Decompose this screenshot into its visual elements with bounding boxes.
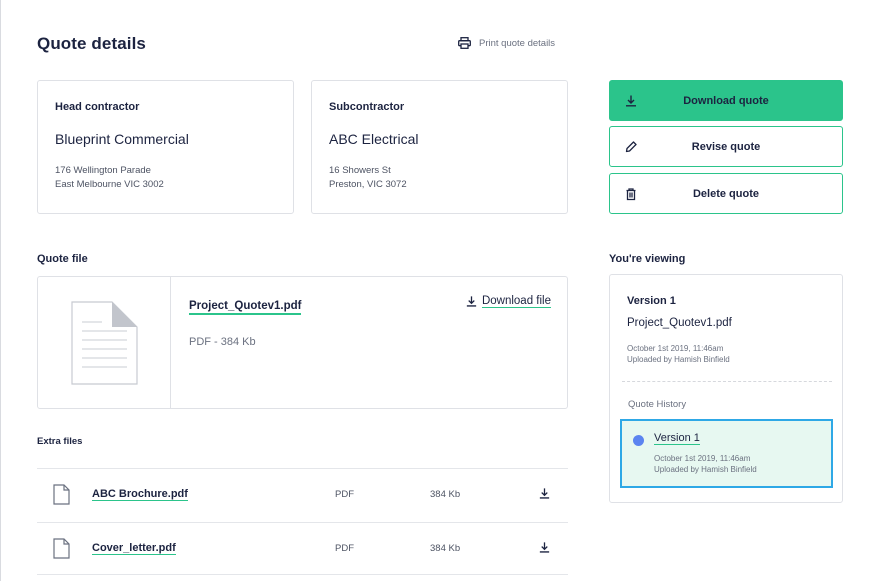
youre-viewing-heading: You're viewing bbox=[609, 253, 686, 265]
page-title: Quote details bbox=[37, 34, 146, 53]
pencil-icon bbox=[625, 141, 637, 153]
selected-dot-icon bbox=[633, 435, 644, 446]
document-thumbnail-icon bbox=[71, 301, 138, 385]
extra-file-type: PDF bbox=[335, 543, 354, 554]
history-version-link[interactable]: Version 1 bbox=[654, 432, 700, 445]
extra-file-name-link[interactable]: Cover_letter.pdf bbox=[92, 542, 176, 555]
extra-file-name-link[interactable]: ABC Brochure.pdf bbox=[92, 488, 188, 501]
quote-history-label: Quote History bbox=[628, 399, 687, 410]
current-version-meta: October 1st 2019, 11:46am Uploaded by Ha… bbox=[627, 343, 730, 365]
version-panel: Version 1 Project_Quotev1.pdf October 1s… bbox=[609, 274, 843, 503]
download-file-link[interactable]: Download file bbox=[465, 295, 551, 308]
print-quote-link[interactable]: Print quote details bbox=[458, 37, 555, 49]
subcontractor-address: 16 Showers St Preston, VIC 3072 bbox=[329, 164, 407, 192]
subcontractor-card: Subcontractor ABC Electrical 16 Showers … bbox=[311, 80, 568, 214]
history-item-date: October 1st 2019, 11:46am bbox=[654, 454, 751, 463]
trash-icon bbox=[626, 188, 636, 201]
head-contractor-role: Head contractor bbox=[55, 101, 140, 113]
current-version-uploader: Uploaded by Hamish Binfield bbox=[627, 355, 730, 364]
subcontractor-address-line1: 16 Showers St bbox=[329, 165, 391, 176]
subcontractor-role: Subcontractor bbox=[329, 101, 405, 113]
download-icon[interactable] bbox=[538, 487, 551, 500]
revise-quote-button[interactable]: Revise quote bbox=[609, 126, 843, 167]
current-version-title: Version 1 bbox=[627, 295, 676, 307]
printer-icon bbox=[458, 37, 471, 49]
file-thumbnail bbox=[38, 277, 171, 408]
left-divider bbox=[0, 0, 1, 581]
history-item-meta: October 1st 2019, 11:46am Uploaded by Ha… bbox=[654, 453, 757, 475]
download-icon[interactable] bbox=[538, 541, 551, 554]
file-icon bbox=[53, 538, 70, 559]
quote-file-meta: PDF - 384 Kb bbox=[189, 336, 256, 348]
print-quote-label: Print quote details bbox=[479, 37, 556, 49]
current-version-file: Project_Quotev1.pdf bbox=[627, 317, 732, 329]
history-item-selected[interactable]: Version 1 October 1st 2019, 11:46am Uplo… bbox=[620, 419, 833, 488]
quote-file-name-link[interactable]: Project_Quotev1.pdf bbox=[189, 300, 302, 315]
delete-quote-label: Delete quote bbox=[692, 187, 759, 200]
subcontractor-address-line2: Preston, VIC 3072 bbox=[329, 179, 407, 190]
file-icon bbox=[53, 484, 70, 505]
extra-files-heading: Extra files bbox=[37, 436, 83, 447]
quote-file-heading: Quote file bbox=[37, 253, 88, 265]
download-icon bbox=[466, 296, 477, 307]
download-icon bbox=[626, 95, 636, 107]
head-contractor-name: Blueprint Commercial bbox=[55, 131, 189, 147]
extra-file-row: Cover_letter.pdf PDF 384 Kb bbox=[37, 522, 568, 575]
revise-quote-label: Revise quote bbox=[691, 140, 761, 153]
head-contractor-address-line2: East Melbourne VIC 3002 bbox=[55, 179, 164, 190]
subcontractor-name: ABC Electrical bbox=[329, 131, 419, 147]
head-contractor-address: 176 Wellington Parade East Melbourne VIC… bbox=[55, 164, 164, 192]
download-quote-label: Download quote bbox=[683, 94, 769, 107]
download-file-label: Download file bbox=[481, 295, 551, 308]
head-contractor-address-line1: 176 Wellington Parade bbox=[55, 165, 151, 176]
history-item-uploader: Uploaded by Hamish Binfield bbox=[654, 465, 757, 474]
download-quote-button[interactable]: Download quote bbox=[609, 80, 843, 121]
extra-file-size: 384 Kb bbox=[430, 489, 461, 500]
extra-file-size: 384 Kb bbox=[430, 543, 461, 554]
dashed-divider bbox=[622, 381, 832, 382]
head-contractor-card: Head contractor Blueprint Commercial 176… bbox=[37, 80, 294, 214]
delete-quote-button[interactable]: Delete quote bbox=[609, 173, 843, 214]
quote-file-card: Project_Quotev1.pdf PDF - 384 Kb Downloa… bbox=[37, 276, 568, 409]
extra-file-type: PDF bbox=[335, 489, 354, 500]
current-version-date: October 1st 2019, 11:46am bbox=[627, 344, 724, 353]
extra-file-row: ABC Brochure.pdf PDF 384 Kb bbox=[37, 468, 568, 521]
